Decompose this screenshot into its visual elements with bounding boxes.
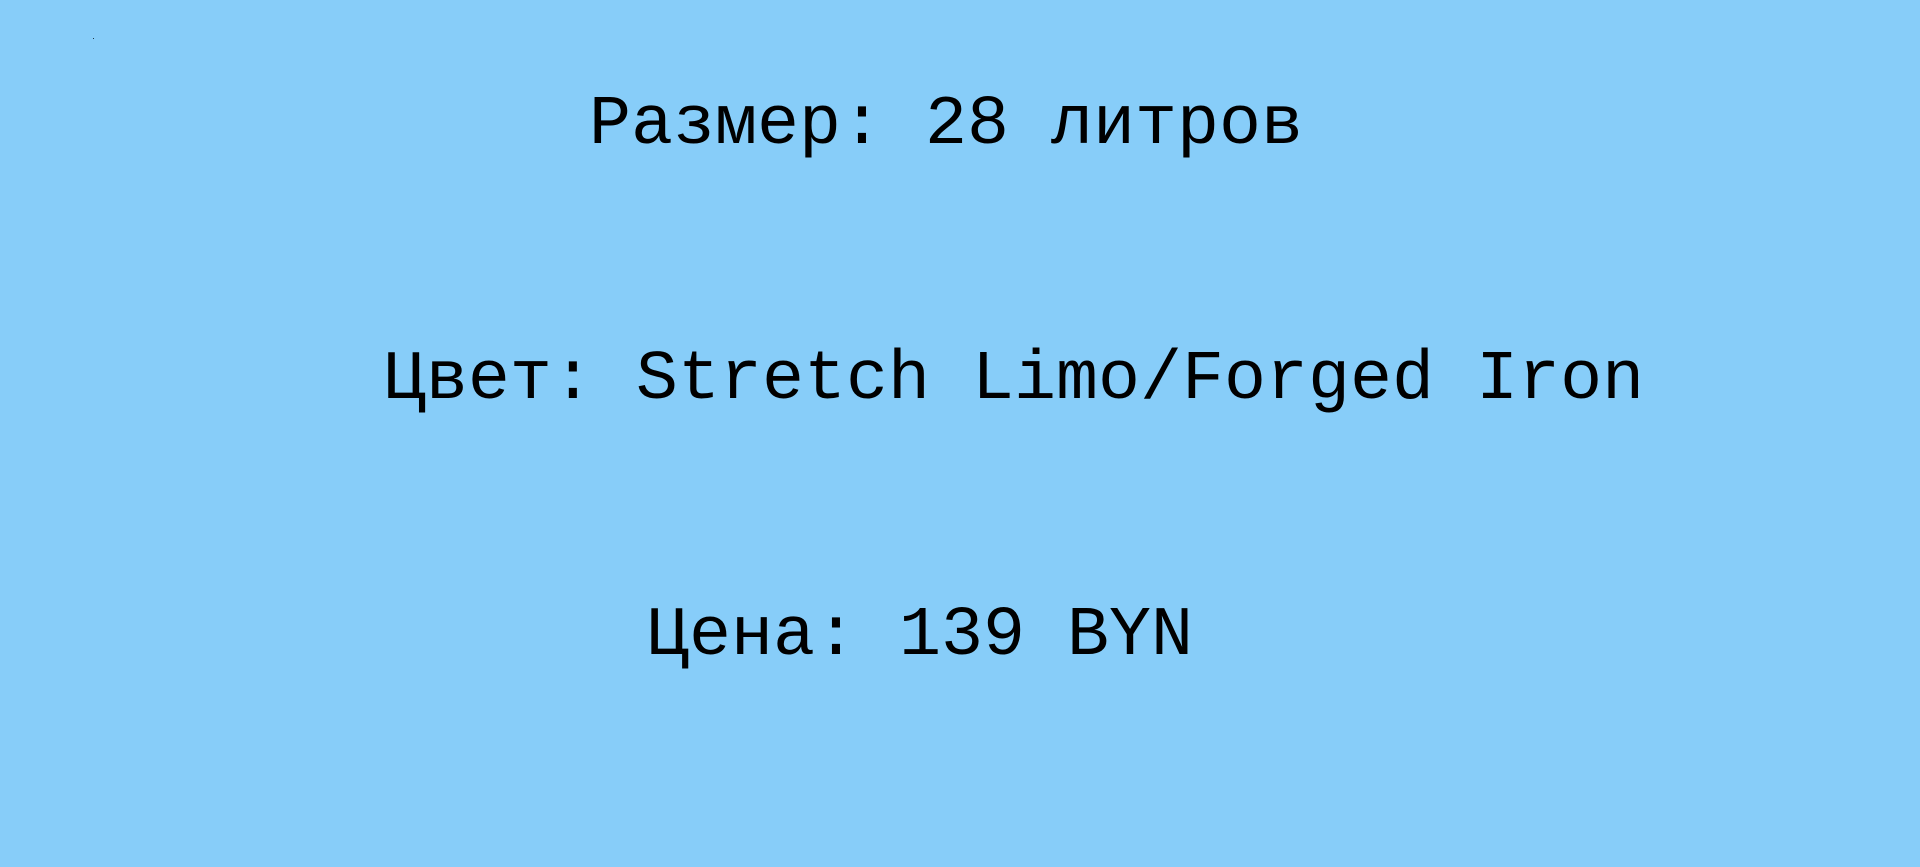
- corner-speck: [93, 38, 94, 39]
- price-line: Цена: 139 BYN: [646, 597, 1194, 676]
- product-card: Размер: 28 литров Цвет: Stretch Limo/For…: [0, 0, 1920, 867]
- color-line: Цвет: Stretch Limo/Forged Iron: [383, 341, 1645, 420]
- size-line: Размер: 28 литров: [588, 86, 1304, 165]
